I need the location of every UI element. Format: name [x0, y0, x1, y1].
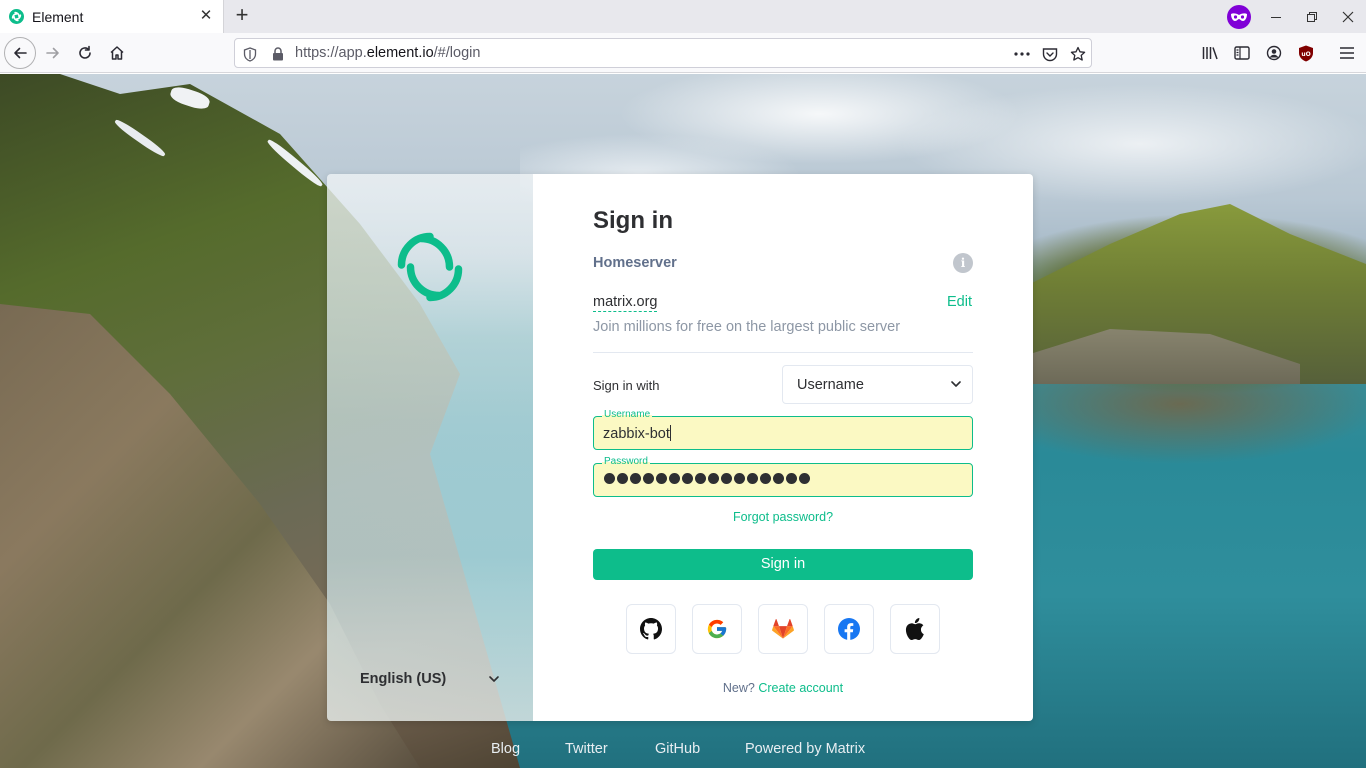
password-mask-dot — [604, 473, 615, 484]
divider — [593, 352, 973, 353]
sign-in-button[interactable]: Sign in — [593, 549, 973, 580]
password-mask-dot — [643, 473, 654, 484]
forgot-password-link[interactable]: Forgot password? — [593, 510, 973, 524]
page-title: Sign in — [593, 207, 673, 234]
username-input[interactable]: zabbix-bot — [603, 425, 671, 442]
apple-icon — [905, 618, 924, 640]
password-mask-dot — [682, 473, 693, 484]
svg-text:uO: uO — [1301, 51, 1310, 58]
homeserver-name[interactable]: matrix.org — [593, 294, 658, 312]
auth-body: Sign in Homeserver i matrix.org Edit Joi… — [533, 174, 1033, 721]
info-icon[interactable]: i — [953, 253, 973, 273]
ublock-origin-icon[interactable]: uO — [1290, 37, 1322, 69]
password-input[interactable] — [604, 473, 810, 484]
password-mask-dot — [721, 473, 732, 484]
password-mask-dot — [708, 473, 719, 484]
url-text: https://app.element.io/#/login — [295, 45, 480, 61]
bookmark-star-icon[interactable] — [1069, 45, 1087, 63]
browser-tab-bar: Element ✕ + — [0, 0, 1366, 33]
page-actions-more-icon[interactable] — [1013, 45, 1031, 63]
home-button[interactable] — [101, 37, 133, 69]
tab-title: Element — [32, 8, 84, 25]
account-icon[interactable] — [1258, 37, 1290, 69]
username-field-label: Username — [602, 409, 653, 421]
password-field[interactable]: Password — [593, 456, 973, 497]
tab-close-icon[interactable]: ✕ — [198, 8, 214, 24]
minimize-window-icon[interactable] — [1258, 0, 1294, 33]
login-type-value: Username — [797, 377, 864, 393]
password-mask-dot — [786, 473, 797, 484]
sso-buttons — [626, 604, 940, 654]
forward-button[interactable] — [37, 37, 69, 69]
footer-link-blog[interactable]: Blog — [491, 741, 520, 757]
element-favicon-icon — [9, 9, 24, 24]
url-bar[interactable]: https://app.element.io/#/login — [234, 38, 1092, 68]
pocket-icon[interactable] — [1041, 45, 1059, 63]
footer: Blog Twitter GitHub Powered by Matrix — [0, 740, 1366, 760]
restore-window-icon[interactable] — [1294, 0, 1330, 33]
footer-link-matrix[interactable]: Powered by Matrix — [745, 741, 865, 757]
url-host: element.io — [366, 45, 434, 61]
password-mask-dot — [695, 473, 706, 484]
password-mask-dot — [617, 473, 628, 484]
new-label: New? — [722, 681, 755, 695]
browser-tab-active[interactable]: Element ✕ — [0, 0, 224, 33]
password-mask-dot — [630, 473, 641, 484]
gitlab-icon — [772, 619, 794, 639]
username-field[interactable]: Username zabbix-bot — [593, 409, 973, 450]
chevron-down-icon — [488, 675, 500, 683]
text-caret — [669, 425, 671, 441]
private-browsing-icon — [1227, 5, 1251, 29]
lock-icon[interactable] — [269, 45, 287, 63]
password-mask-dot — [669, 473, 680, 484]
app-menu-icon[interactable] — [1331, 37, 1363, 69]
apple-sso-button[interactable] — [890, 604, 940, 654]
edit-homeserver-link[interactable]: Edit — [947, 294, 972, 310]
sign-in-with-label: Sign in with — [593, 378, 660, 393]
github-sso-button[interactable] — [626, 604, 676, 654]
homeserver-label: Homeserver — [593, 255, 677, 271]
create-account-row: New? Create account — [593, 681, 973, 695]
github-icon — [640, 618, 662, 640]
back-button[interactable] — [4, 37, 36, 69]
navigation-toolbar: https://app.element.io/#/login uO — [0, 33, 1366, 73]
username-value: zabbix-bot — [603, 426, 670, 442]
language-label: English (US) — [360, 671, 447, 687]
google-icon — [707, 619, 727, 639]
password-mask-dot — [734, 473, 745, 484]
password-field-label: Password — [602, 456, 650, 468]
password-mask-dot — [773, 473, 784, 484]
homeserver-description: Join millions for free on the largest pu… — [593, 319, 901, 335]
url-path: /#/login — [433, 45, 481, 61]
password-mask-dot — [747, 473, 758, 484]
facebook-icon — [838, 618, 860, 640]
login-type-select[interactable]: Username — [782, 365, 973, 404]
library-icon[interactable] — [1194, 37, 1226, 69]
facebook-sso-button[interactable] — [824, 604, 874, 654]
password-mask-dot — [799, 473, 810, 484]
auth-header-panel: English (US) — [327, 174, 533, 721]
chevron-down-icon — [950, 380, 962, 388]
sidebar-icon[interactable] — [1226, 37, 1258, 69]
password-mask-dot — [760, 473, 771, 484]
password-mask-dot — [656, 473, 667, 484]
language-dropdown[interactable]: English (US) — [360, 668, 500, 690]
footer-link-twitter[interactable]: Twitter — [565, 741, 608, 757]
element-logo-icon — [397, 232, 463, 302]
footer-link-github[interactable]: GitHub — [655, 741, 700, 757]
url-scheme: https://app. — [295, 45, 367, 61]
create-account-link[interactable]: Create account — [758, 681, 843, 695]
reload-button[interactable] — [69, 37, 101, 69]
auth-card: English (US) Sign in Homeserver i matrix… — [327, 174, 1033, 721]
new-tab-button[interactable]: + — [230, 4, 254, 28]
close-window-icon[interactable] — [1330, 0, 1366, 33]
tracking-protection-shield-icon[interactable] — [241, 45, 259, 63]
google-sso-button[interactable] — [692, 604, 742, 654]
gitlab-sso-button[interactable] — [758, 604, 808, 654]
